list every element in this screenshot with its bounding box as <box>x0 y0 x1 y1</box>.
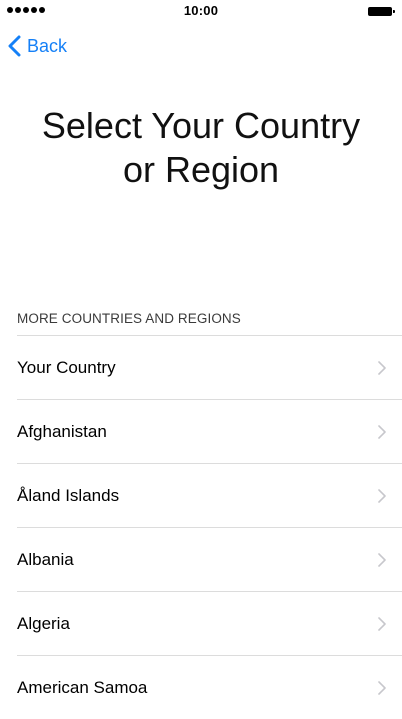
status-time: 10:00 <box>183 3 219 18</box>
status-bar: 10:00 <box>0 0 402 22</box>
back-button[interactable]: Back <box>8 33 67 59</box>
page-title-line-1: Select Your Country <box>41 105 361 146</box>
list-item-american-samoa[interactable]: American Samoa <box>17 655 402 719</box>
list-item-label: Your Country <box>17 358 116 377</box>
section-header: MORE COUNTRIES AND REGIONS <box>17 311 241 326</box>
list-item-label: Åland Islands <box>17 486 120 505</box>
back-button-label: Back <box>27 35 68 56</box>
list-item-afghanistan[interactable]: Afghanistan <box>17 399 402 463</box>
battery-icon <box>368 7 396 16</box>
country-list: Your Country Afghanistan Åland Islands A… <box>17 335 402 719</box>
chevron-right-icon <box>378 361 386 375</box>
chevron-right-icon <box>378 489 386 503</box>
list-item-aland-islands[interactable]: Åland Islands <box>17 463 402 527</box>
chevron-left-icon <box>8 35 21 57</box>
list-item-label: Afghanistan <box>17 422 107 441</box>
chevron-right-icon <box>378 425 386 439</box>
page-title: Select Your Country or Region <box>0 104 402 192</box>
list-item-albania[interactable]: Albania <box>17 527 402 591</box>
chevron-right-icon <box>378 681 386 695</box>
list-item-your-country[interactable]: Your Country <box>17 335 402 399</box>
list-item-label: Algeria <box>17 614 70 633</box>
list-item-label: Albania <box>17 550 74 569</box>
list-item-label: American Samoa <box>17 678 148 697</box>
list-item-algeria[interactable]: Algeria <box>17 591 402 655</box>
chevron-right-icon <box>378 553 386 567</box>
page-title-line-2: or Region <box>122 149 280 190</box>
chevron-right-icon <box>378 617 386 631</box>
